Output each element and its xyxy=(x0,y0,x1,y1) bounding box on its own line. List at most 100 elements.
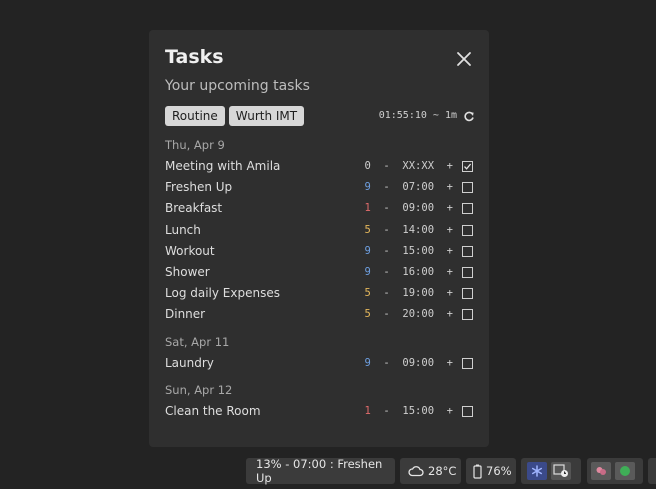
increase-time-button[interactable]: + xyxy=(447,181,453,193)
day-header: Sat, Apr 11 xyxy=(165,334,230,349)
task-meta: 9 - 16:00 + xyxy=(364,262,453,283)
task-checkbox[interactable] xyxy=(462,357,473,369)
task-checkbox[interactable] xyxy=(462,203,473,215)
task-meta: 9 - 07:00 + xyxy=(364,177,453,198)
task-name: Shower xyxy=(165,264,210,279)
day-header: Thu, Apr 9 xyxy=(165,138,225,152)
increase-time-button[interactable]: + xyxy=(447,245,453,257)
cloud-icon xyxy=(408,466,424,477)
task-name: Log daily Expenses xyxy=(165,286,280,301)
tray-group-1 xyxy=(521,458,581,484)
task-meta: 5 - 14:00 + xyxy=(364,220,453,241)
task-time: 09:00 xyxy=(402,356,435,369)
tag-list: Routine Wurth IMT xyxy=(165,106,305,126)
task-time: XX:XX xyxy=(402,160,435,172)
day-header: Sun, Apr 12 xyxy=(165,382,233,397)
task-checkbox[interactable] xyxy=(462,161,473,172)
task-row: Lunch 5 - 14:00 + xyxy=(165,220,473,241)
task-time: 14:00 xyxy=(402,223,435,236)
task-checkbox[interactable] xyxy=(462,266,473,278)
task-time: 19:00 xyxy=(402,287,435,300)
close-button[interactable] xyxy=(453,48,475,70)
task-name: Laundry xyxy=(165,355,214,370)
task-meta: 0 - XX:XX + xyxy=(364,156,453,177)
task-time: 09:00 xyxy=(402,202,435,215)
task-checkbox[interactable] xyxy=(462,405,473,417)
task-checkbox[interactable] xyxy=(462,224,473,236)
task-checkbox[interactable] xyxy=(462,182,473,194)
task-name: Workout xyxy=(165,243,215,258)
increase-time-button[interactable]: + xyxy=(447,202,453,214)
task-row: Clean the Room 1 - 15:00 + xyxy=(165,401,473,422)
increase-time-button[interactable]: + xyxy=(447,357,453,369)
check-icon xyxy=(464,163,472,170)
tray-group-3 xyxy=(648,458,656,484)
battery-widget[interactable]: 76% xyxy=(466,458,516,484)
screen-clock-icon[interactable] xyxy=(551,462,571,480)
battery-level: 76% xyxy=(486,464,512,478)
task-meta: 9 - 15:00 + xyxy=(364,241,453,262)
snowflake-icon[interactable] xyxy=(527,462,547,480)
increase-time-button[interactable]: + xyxy=(447,308,453,320)
increase-time-button[interactable]: + xyxy=(447,224,453,236)
close-icon xyxy=(457,52,471,66)
refresh-button[interactable] xyxy=(463,108,475,122)
task-meta: 5 - 19:00 + xyxy=(364,283,453,304)
task-row: Dinner 5 - 20:00 + xyxy=(165,304,473,325)
weather-widget[interactable]: 28°C xyxy=(400,458,461,484)
task-time: 07:00 xyxy=(402,181,435,194)
panel-title: Tasks xyxy=(165,46,224,68)
task-row: Shower 9 - 16:00 + xyxy=(165,262,473,283)
day-group: Thu, Apr 9 Meeting with Amila 0 - XX:XX + F… xyxy=(165,135,473,326)
task-meta: 1 - 15:00 + xyxy=(364,401,453,422)
app-green-icon[interactable] xyxy=(615,462,635,480)
task-row: Log daily Expenses 5 - 19:00 + xyxy=(165,283,473,304)
increase-time-button[interactable]: + xyxy=(447,405,453,417)
task-checkbox[interactable] xyxy=(462,309,473,321)
current-task-label: 13% - 07:00 : Freshen Up xyxy=(256,457,383,485)
task-name: Freshen Up xyxy=(165,180,233,195)
increase-time-button[interactable]: + xyxy=(447,287,453,299)
task-checkbox[interactable] xyxy=(462,245,473,257)
task-name: Breakfast xyxy=(165,201,223,216)
task-row: Breakfast 1 - 09:00 + xyxy=(165,198,473,219)
refresh-icon xyxy=(464,111,474,122)
tag-wurth-imt[interactable]: Wurth IMT xyxy=(228,106,305,126)
tag-routine[interactable]: Routine xyxy=(165,106,225,126)
current-task-widget[interactable]: 13% - 07:00 : Freshen Up xyxy=(246,457,395,485)
app-pink-icon[interactable] xyxy=(591,462,611,480)
task-row: Laundry 9 - 09:00 + xyxy=(165,353,473,374)
task-row: Freshen Up 9 - 07:00 + xyxy=(165,177,473,198)
task-time: 20:00 xyxy=(402,308,435,321)
task-meta: 1 - 09:00 + xyxy=(364,198,453,219)
tasks-panel: Tasks Your upcoming tasks Routine Wurth … xyxy=(149,30,489,447)
increase-time-button[interactable]: + xyxy=(447,160,453,172)
timer-readout: 01:55:10 ~ 1m xyxy=(378,110,457,121)
task-checkbox[interactable] xyxy=(462,288,473,300)
increase-time-button[interactable]: + xyxy=(447,266,453,278)
task-row: Meeting with Amila 0 - XX:XX + xyxy=(165,156,473,177)
